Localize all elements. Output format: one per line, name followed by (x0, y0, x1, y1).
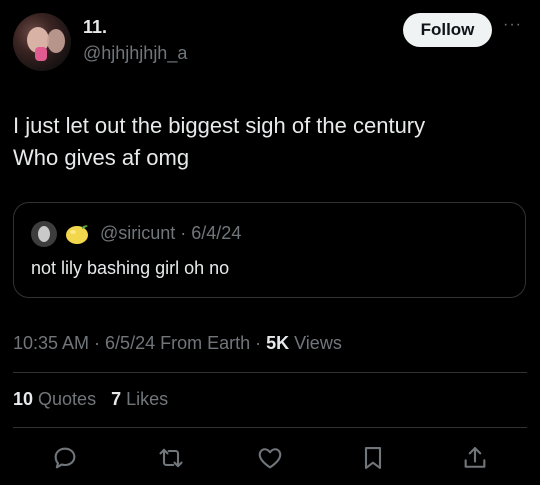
tweet-meta: 10:35 AM · 6/5/24 From Earth · 5K Views (13, 333, 342, 354)
tweet-text-line2: Who gives af omg (13, 145, 190, 170)
quotes-label[interactable]: Quotes (33, 389, 96, 409)
likes-label[interactable]: Likes (121, 389, 168, 409)
quoted-handle-date: @siricunt · 6/4/24 (100, 223, 242, 243)
quoted-tweet-card[interactable] (13, 202, 526, 298)
retweet-icon[interactable] (157, 444, 185, 472)
engagement-stats: 10 Quotes 7 Likes (13, 389, 168, 410)
follow-button[interactable]: Follow (403, 13, 492, 47)
views-count: 5K (266, 333, 290, 353)
quotes-count[interactable]: 10 (13, 389, 33, 409)
author-handle[interactable]: @hjhjhjhjh_a (83, 43, 187, 64)
divider-bottom (13, 427, 527, 428)
quoted-tweet-text: not lily bashing girl oh no (31, 258, 230, 278)
author-name[interactable]: 11. (83, 17, 107, 38)
tweet-timestamp: 10:35 AM · 6/5/24 From Earth · (13, 333, 267, 353)
more-options-icon[interactable]: ··· (503, 16, 522, 34)
bookmark-icon[interactable] (359, 444, 387, 472)
share-icon[interactable] (461, 444, 489, 472)
quoted-author-avatar (31, 221, 57, 247)
lemon-emoji-icon (64, 222, 90, 246)
divider-top (13, 372, 527, 373)
views-label: Views (289, 333, 342, 353)
author-avatar[interactable] (13, 13, 71, 71)
tweet-text-line1: I just let out the biggest sigh of the c… (13, 113, 426, 138)
likes-count[interactable]: 7 (111, 389, 121, 409)
reply-icon[interactable] (51, 444, 79, 472)
like-icon[interactable] (256, 444, 284, 472)
